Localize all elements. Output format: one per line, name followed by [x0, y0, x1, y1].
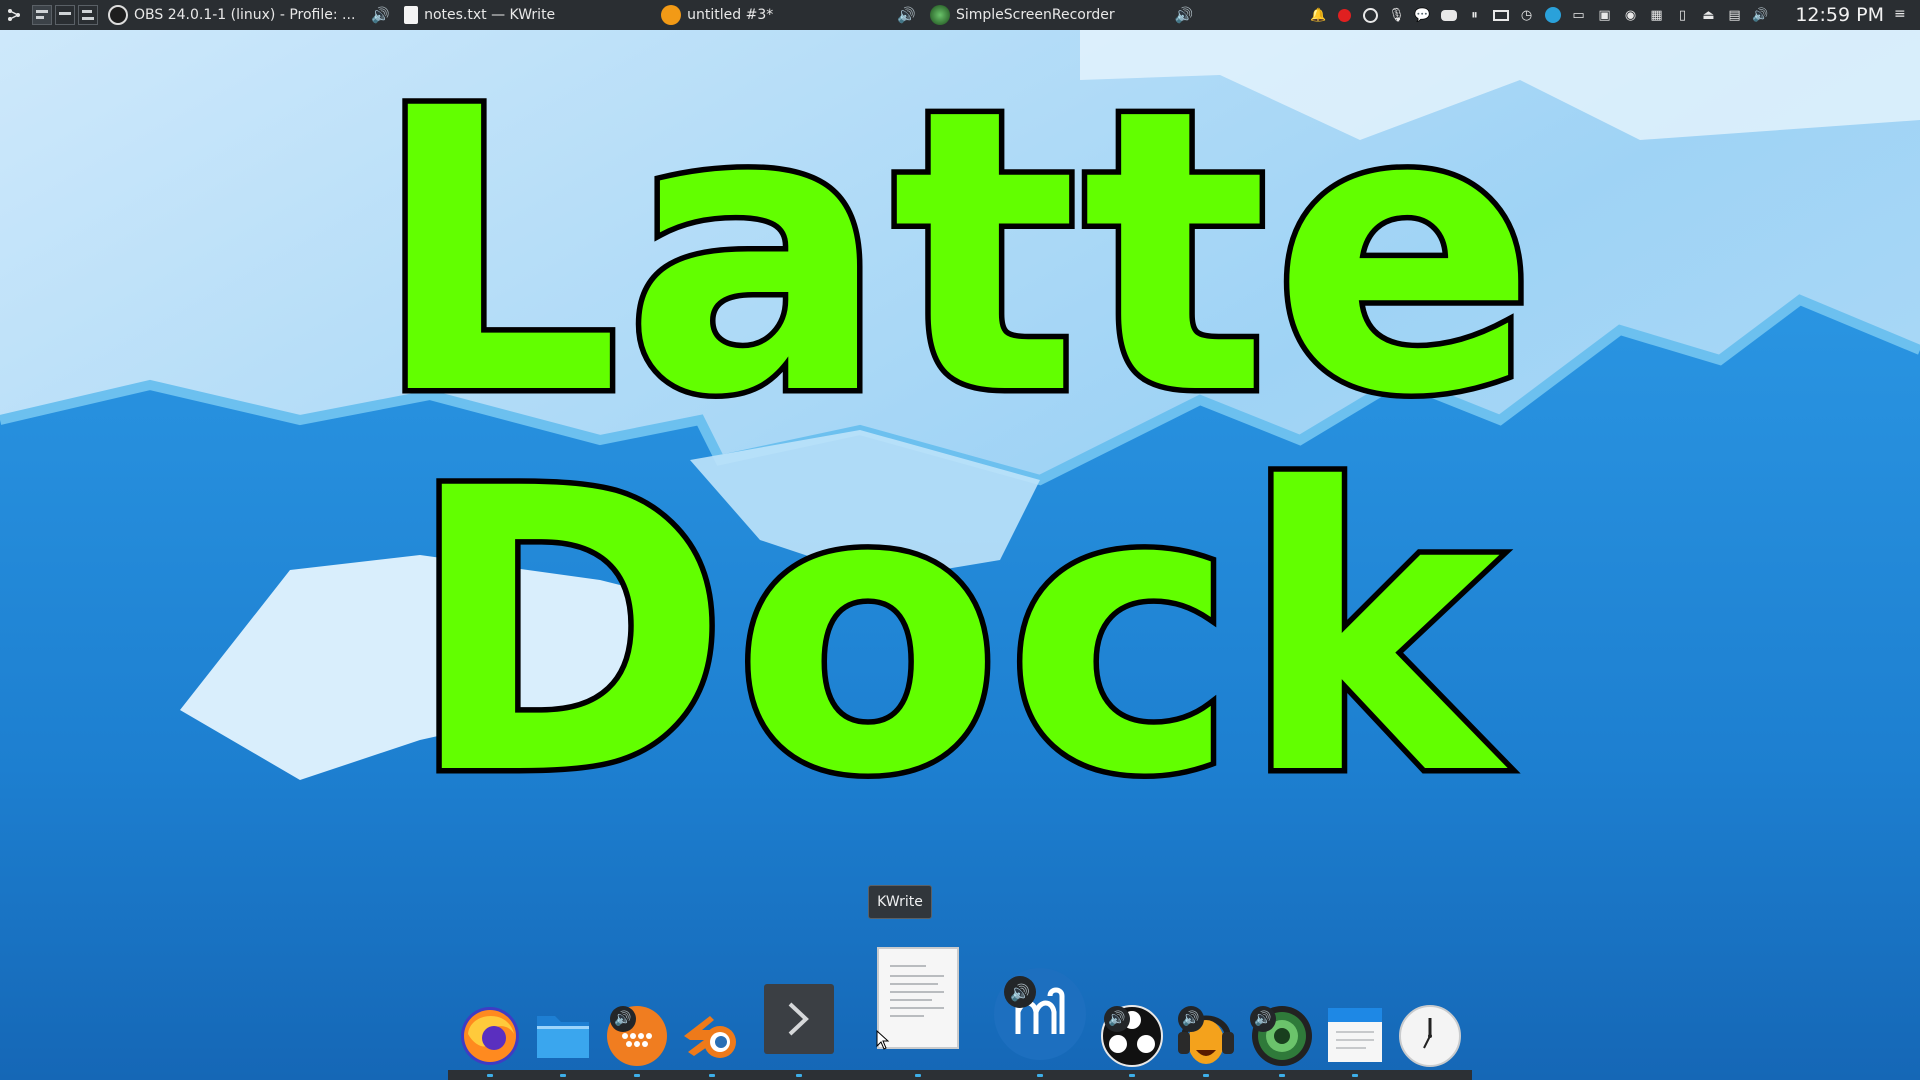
pager-desktop-1[interactable] [32, 5, 52, 25]
speaker-icon[interactable]: 🔊 [371, 6, 390, 24]
running-indicator [1037, 1074, 1043, 1077]
microphone-icon[interactable]: 🎙 [1387, 6, 1406, 25]
taskbar-item-obs[interactable]: OBS 24.0.1-1 (linux) - Profile: ... 🔊 [108, 0, 390, 30]
notifications-icon[interactable]: 🔔 [1309, 6, 1328, 25]
discord-icon[interactable] [1439, 6, 1458, 25]
running-indicator [1129, 1074, 1135, 1077]
running-indicator [1352, 1074, 1358, 1077]
clipboard-icon[interactable]: ▣ [1595, 6, 1614, 25]
virtual-desktop-pager [32, 5, 98, 25]
notes-icon[interactable]: ▤ [1725, 6, 1744, 25]
display-icon[interactable]: ▭ [1569, 6, 1588, 25]
running-indicator [1203, 1074, 1209, 1077]
speaker-icon[interactable]: 🔊 [1175, 6, 1194, 24]
obs-icon [108, 5, 128, 25]
task-label: OBS 24.0.1-1 (linux) - Profile: ... [134, 7, 356, 23]
digital-clock[interactable]: 12:59 PM [1795, 0, 1884, 30]
dock-tooltip: KWrite [868, 885, 932, 919]
task-label: untitled #3* [687, 7, 774, 23]
running-indicator [709, 1074, 715, 1077]
running-indicator [487, 1074, 493, 1077]
usb-icon[interactable]: ⏏ [1699, 6, 1718, 25]
speaker-icon[interactable]: 🔊 [897, 6, 916, 24]
panel-settings-icon[interactable]: ≡ [1894, 6, 1912, 24]
running-indicator [560, 1074, 566, 1077]
top-panel: OBS 24.0.1-1 (linux) - Profile: ... 🔊 no… [0, 0, 1920, 30]
clock-icon[interactable]: ◷ [1517, 6, 1536, 25]
battery-icon[interactable]: ▯ [1673, 6, 1692, 25]
audio-playing-badge[interactable]: 🔊 [1004, 976, 1036, 1008]
telegram-icon[interactable] [1543, 6, 1562, 25]
record-icon[interactable] [1335, 6, 1354, 25]
chat-icon[interactable]: 💬 [1413, 6, 1432, 25]
clock-icon[interactable] [1398, 1004, 1462, 1068]
screen-icon[interactable] [1491, 6, 1510, 25]
taskbar-item-simplescreenrecorder[interactable]: SimpleScreenRecorder 🔊 [929, 0, 1194, 30]
running-indicator [634, 1074, 640, 1077]
running-indicator [915, 1074, 921, 1077]
pause-icon[interactable]: ⏸ [1465, 6, 1484, 25]
volume-icon[interactable]: 🔊 [1751, 6, 1770, 25]
task-label: notes.txt — KWrite [424, 7, 556, 23]
audio-playing-badge[interactable]: 🔊 [1104, 1006, 1130, 1032]
ssr-icon [929, 5, 950, 25]
blender-icon[interactable] [680, 1008, 744, 1064]
obs-tray-icon[interactable] [1361, 6, 1380, 25]
firefox-icon[interactable] [458, 1004, 522, 1068]
document-icon [404, 6, 419, 24]
app-launcher-button[interactable] [0, 0, 28, 30]
kde-menu-icon [8, 9, 20, 21]
keyboard-icon[interactable]: ▦ [1647, 6, 1666, 25]
audacity-icon [661, 5, 682, 25]
terminal-icon[interactable] [762, 982, 836, 1056]
latte-dock-background [448, 1070, 1472, 1080]
audio-playing-badge[interactable]: 🔊 [610, 1006, 636, 1032]
audio-playing-badge[interactable]: 🔊 [1178, 1006, 1204, 1032]
pager-desktop-3[interactable] [78, 5, 98, 25]
files-icon[interactable] [535, 1010, 591, 1060]
task-label: SimpleScreenRecorder [955, 7, 1115, 23]
mouse-cursor-icon [876, 1030, 890, 1050]
pager-desktop-2[interactable] [55, 5, 75, 25]
network-icon[interactable]: ◉ [1621, 6, 1640, 25]
taskbar-item-kwrite[interactable]: notes.txt — KWrite [404, 0, 555, 30]
audio-playing-badge[interactable]: 🔊 [1250, 1006, 1276, 1032]
taskbar-item-audacity[interactable]: untitled #3* 🔊 [661, 0, 916, 30]
running-indicator [1279, 1074, 1285, 1077]
title-line-1: Latte [366, 26, 1542, 480]
running-indicator [796, 1074, 802, 1077]
system-tray: 🔔 🎙 💬 ⏸ ◷ ▭ ▣ ◉ ▦ ▯ ⏏ ▤ 🔊 [1309, 0, 1770, 30]
title-line-2: Dock [400, 406, 1505, 860]
calendar-icon[interactable] [1326, 1006, 1384, 1064]
musescore-icon[interactable] [992, 966, 1088, 1062]
